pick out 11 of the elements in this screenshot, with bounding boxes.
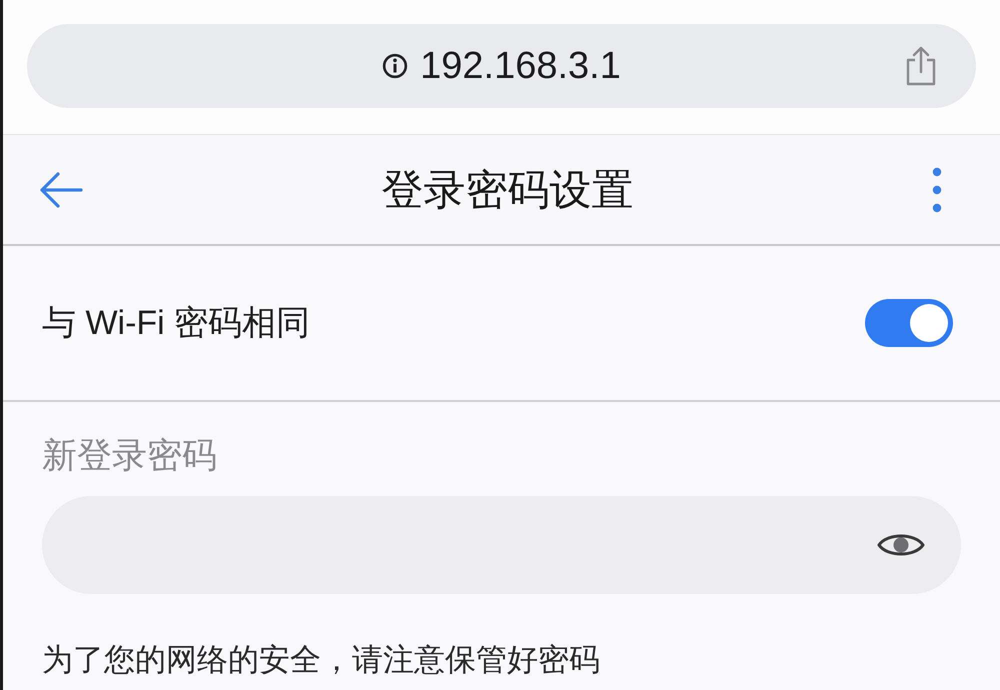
url-text: 192.168.3.1 — [420, 47, 621, 85]
toggle-switch[interactable] — [865, 299, 953, 347]
info-icon — [382, 53, 408, 79]
share-icon[interactable] — [904, 46, 938, 86]
security-hint: 为了您的网络的安全，请注意保管好密码 — [42, 644, 601, 675]
more-options-icon[interactable] — [932, 166, 942, 212]
field-label: 新登录密码 — [42, 438, 218, 473]
back-arrow-icon[interactable] — [39, 172, 83, 208]
page-title: 登录密码设置 — [382, 168, 634, 210]
toggle-label: 与 Wi-Fi 密码相同 — [42, 306, 310, 340]
address-bar[interactable]: 192.168.3.1 — [27, 24, 976, 108]
